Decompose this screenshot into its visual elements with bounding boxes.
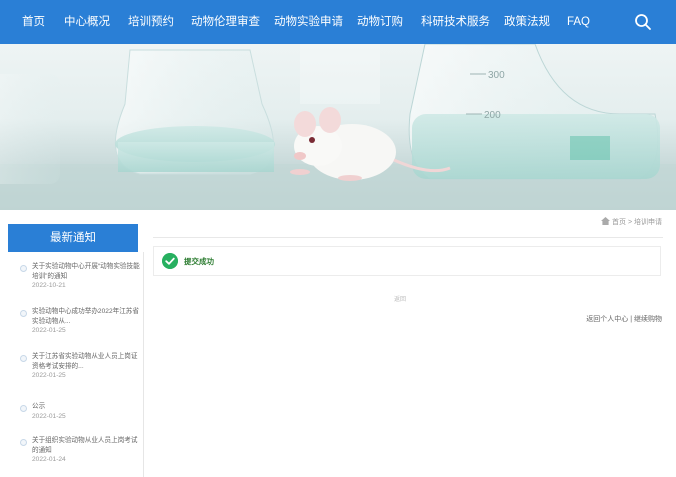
lab-mouse-illustration: 300 200	[0, 44, 676, 210]
notice-title[interactable]: 实验动物中心成功举办2022年江苏省实验动物从...	[32, 307, 144, 326]
breadcrumb: 首页 > 培训申请	[601, 217, 662, 227]
bullet-icon	[20, 310, 27, 317]
nav-item-animal-order[interactable]: 动物订购	[357, 0, 403, 44]
bullet-icon	[20, 439, 27, 446]
search-icon[interactable]	[632, 11, 654, 33]
check-circle-icon	[162, 253, 178, 269]
notice-title[interactable]: 关于江苏省实验动物从业人员上岗证资格考试安排的...	[32, 352, 144, 371]
nav-item-ethics-review[interactable]: 动物伦理审查	[191, 0, 260, 44]
nav-item-policy[interactable]: 政策法规	[504, 0, 550, 44]
return-personal-center-link[interactable]: 返回个人中心	[586, 316, 628, 323]
notice-item[interactable]: 实验动物中心成功举办2022年江苏省实验动物从... 2022-01-25	[20, 307, 144, 336]
nav-item-research-services[interactable]: 科研技术服务	[421, 0, 490, 44]
continue-shopping-link[interactable]: 继续购物	[634, 316, 662, 323]
notice-item[interactable]: 关于组织实验动物从业人员上岗考试的通知 2022-01-24	[20, 436, 144, 465]
success-text: 提交成功	[184, 257, 214, 266]
notice-title[interactable]: 公示	[32, 402, 144, 412]
bullet-icon	[20, 355, 27, 362]
notice-date: 2022-01-24	[32, 456, 66, 463]
home-icon	[601, 217, 611, 225]
center-note: 返回	[394, 297, 407, 303]
nav-item-home[interactable]: 首页	[22, 0, 45, 44]
nav-item-faq[interactable]: FAQ	[567, 0, 590, 44]
bullet-icon	[20, 265, 27, 272]
link-divider: |	[630, 316, 633, 323]
sidebar-title: 最新通知	[8, 224, 138, 252]
notice-item[interactable]: 公示 2022-01-25	[20, 402, 144, 422]
bullet-icon	[20, 405, 27, 412]
notice-item[interactable]: 关于实验动物中心开展“动物实验技能培训”的通知 2022-10-21	[20, 262, 144, 291]
breadcrumb-separator: >	[627, 219, 633, 226]
notice-title[interactable]: 关于组织实验动物从业人员上岗考试的通知	[32, 436, 144, 455]
top-nav: 首页 中心概况 培训预约 动物伦理审查 动物实验申请 动物订购 科研技术服务 政…	[0, 0, 676, 44]
notice-date: 2022-01-25	[32, 327, 66, 334]
nav-item-training-booking[interactable]: 培训预约	[128, 0, 174, 44]
flask-mark-300: 300	[488, 70, 505, 81]
lab-banner: 300 200	[0, 44, 676, 210]
notice-item[interactable]: 关于江苏省实验动物从业人员上岗证资格考试安排的... 2022-01-25	[20, 352, 144, 381]
breadcrumb-current: 培训申请	[634, 219, 662, 226]
divider	[153, 237, 663, 238]
success-message-box: 提交成功	[153, 246, 661, 276]
flask-mark-200: 200	[484, 110, 501, 121]
notice-list: 关于实验动物中心开展“动物实验技能培训”的通知 2022-10-21 实验动物中…	[8, 252, 144, 477]
notice-date: 2022-01-25	[32, 412, 66, 420]
notice-date: 2022-10-21	[32, 282, 66, 289]
nav-item-center-overview[interactable]: 中心概况	[64, 0, 110, 44]
return-links: 返回个人中心 | 继续购物	[586, 314, 662, 324]
nav-item-experiment-application[interactable]: 动物实验申请	[274, 0, 343, 44]
breadcrumb-home[interactable]: 首页	[612, 219, 626, 226]
notice-date: 2022-01-25	[32, 372, 66, 379]
notice-title[interactable]: 关于实验动物中心开展“动物实验技能培训”的通知	[32, 262, 144, 281]
